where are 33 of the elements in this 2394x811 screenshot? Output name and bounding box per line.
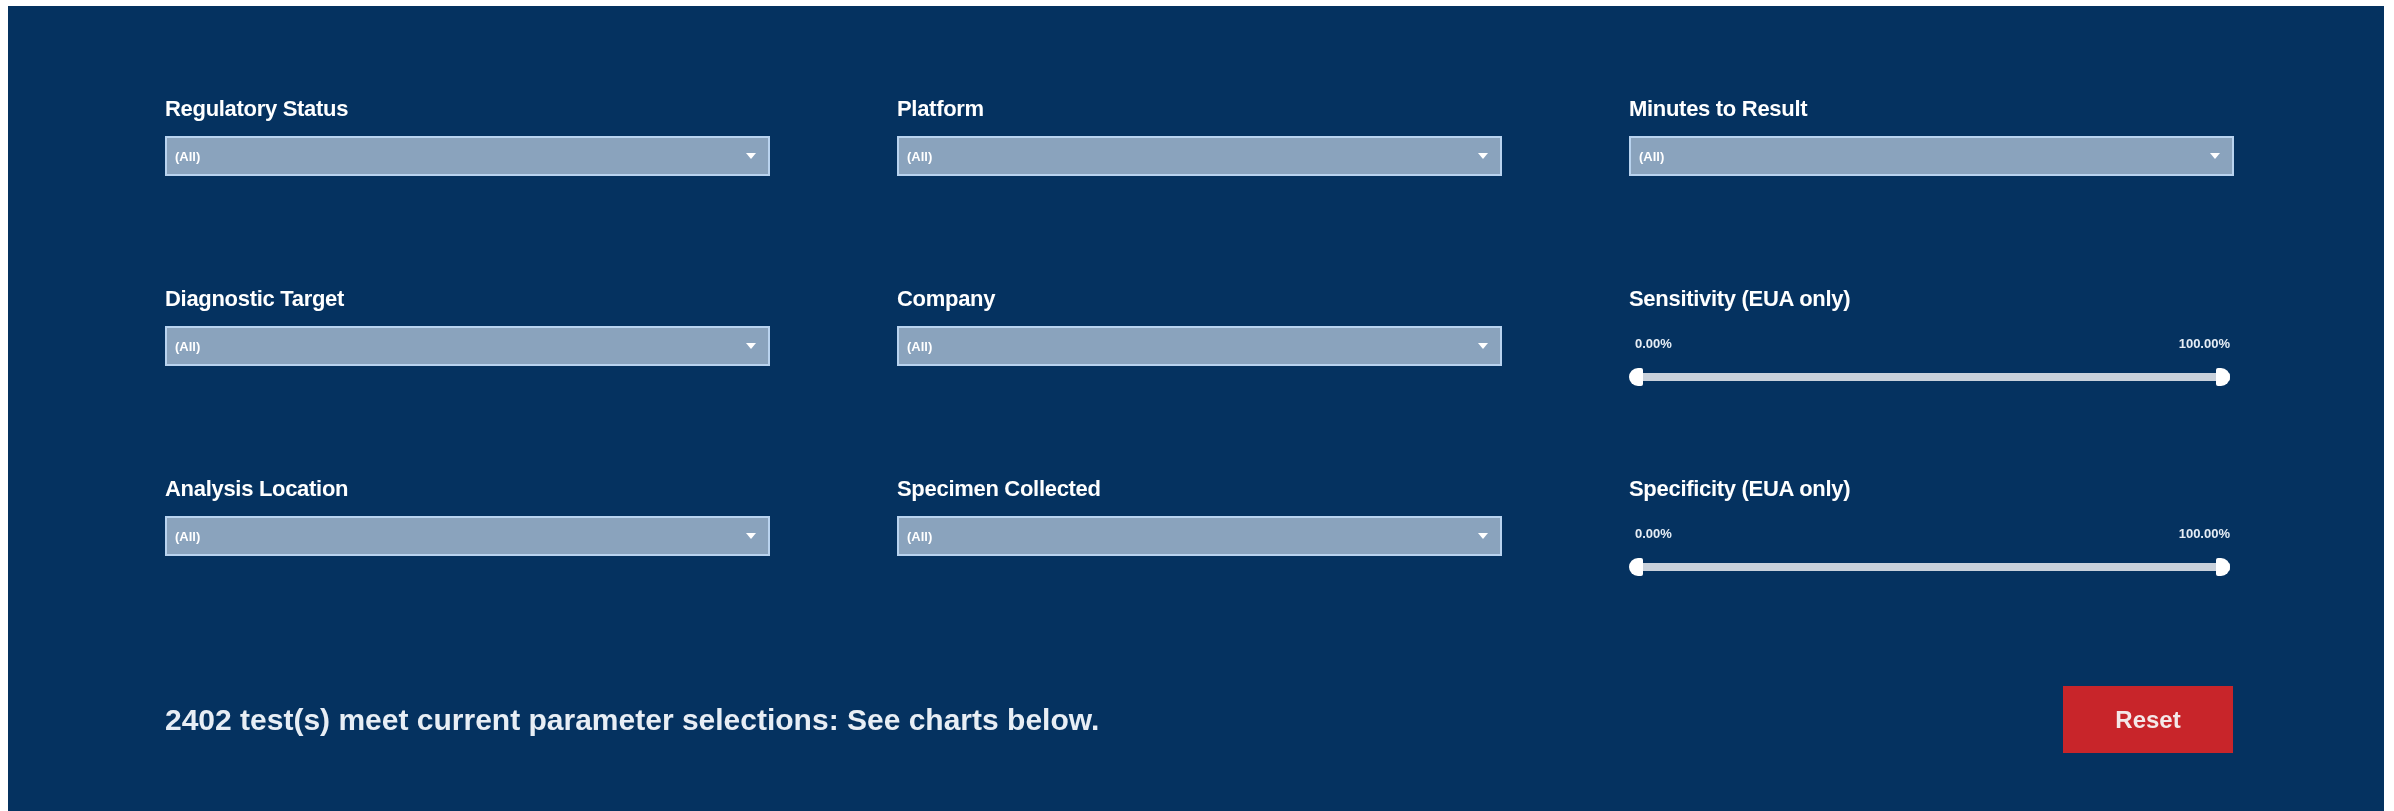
max-reading: 100.00% — [2178, 526, 2230, 542]
filter-label: Specimen Collected — [897, 475, 1102, 503]
dropdown[interactable]: (All) — [897, 516, 1502, 556]
dropdown[interactable]: (All) — [897, 136, 1502, 176]
dropdown[interactable]: (All) — [165, 136, 770, 176]
caret-icon — [1478, 533, 1488, 539]
dropdown[interactable]: (All) — [165, 516, 770, 556]
filter-label: Analysis Location — [165, 475, 350, 503]
slider-handle[interactable] — [1629, 368, 1643, 386]
slider-handle[interactable] — [2216, 368, 2230, 386]
caret-icon — [1478, 153, 1488, 159]
filter-label: Sensitivity (EUA only) — [1629, 285, 1852, 313]
min-reading: 0.00% — [1635, 336, 1672, 352]
slider-handle[interactable] — [1629, 558, 1643, 576]
dropdown[interactable]: (All) — [165, 326, 770, 366]
min-reading: 0.00% — [1635, 526, 1672, 542]
filter-label: Specificity (EUA only) — [1629, 475, 1852, 503]
caret-icon — [1478, 343, 1488, 349]
filter-label: Minutes to Result — [1629, 95, 1809, 123]
dropdown[interactable]: (All) — [897, 326, 1502, 366]
caret-icon — [746, 153, 756, 159]
reset-button[interactable]: Reset — [2063, 686, 2233, 753]
filter-label: Platform — [897, 95, 985, 123]
max-reading: 100.00% — [2178, 336, 2230, 352]
filter-label: Diagnostic Target — [165, 285, 346, 313]
result-summary: 2402 test(s) meet current parameter selections: See charts below. — [165, 702, 1100, 737]
caret-icon — [746, 533, 756, 539]
slider-handle[interactable] — [2216, 558, 2230, 576]
dropdown[interactable]: (All) — [1629, 136, 2234, 176]
caret-icon — [746, 343, 756, 349]
filter-label: Regulatory Status — [165, 95, 350, 123]
filter-label: Company — [897, 285, 997, 313]
caret-icon — [2210, 153, 2220, 159]
